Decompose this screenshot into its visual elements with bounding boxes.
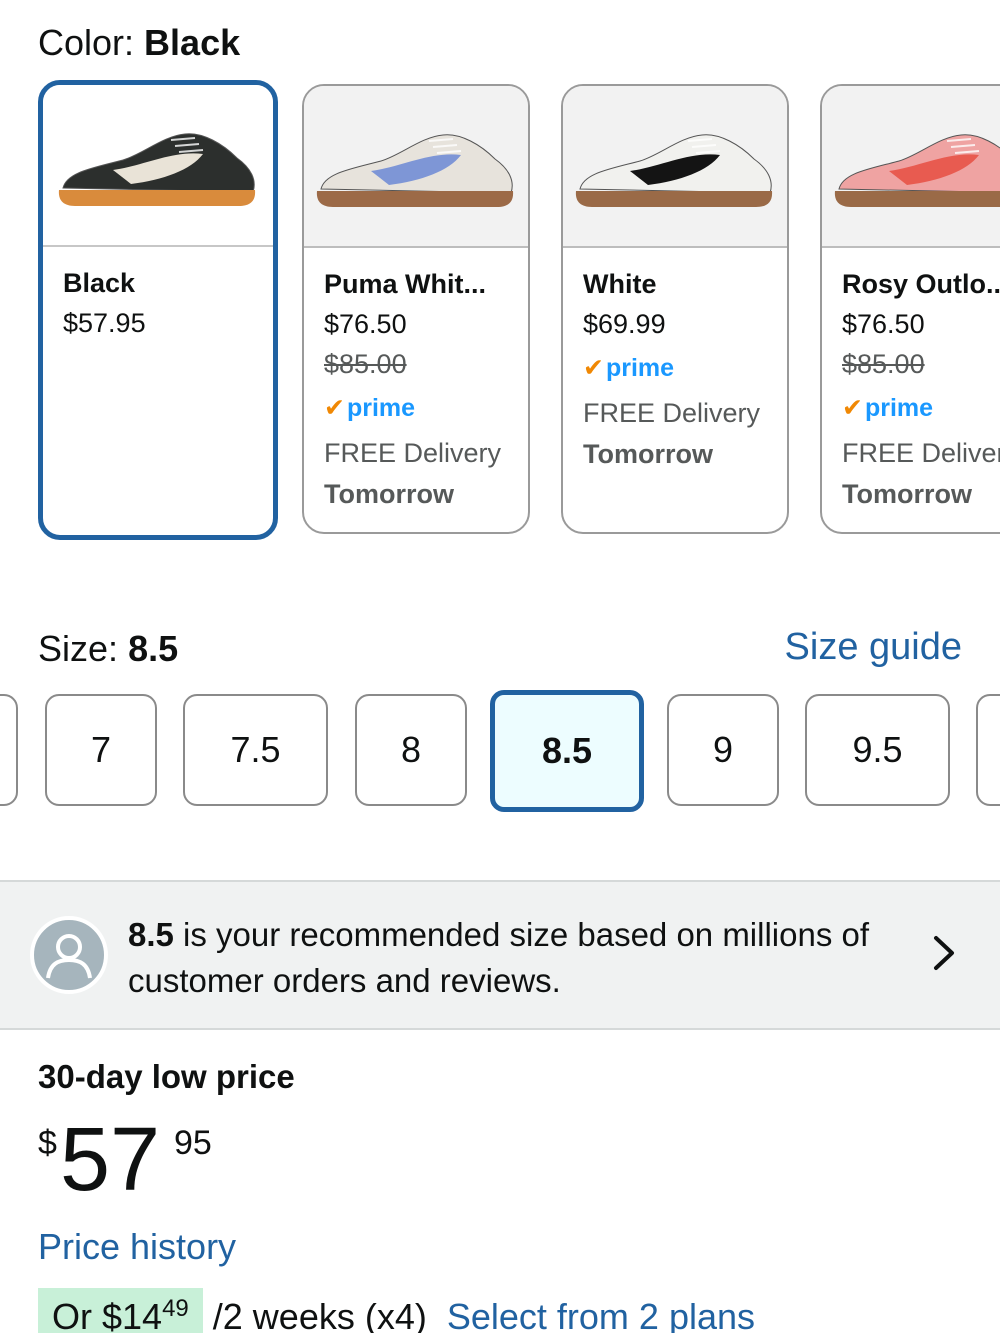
size-selector: 7 7.5 8 8.5 9 9.5 xyxy=(0,690,1000,817)
swatch-name: Black xyxy=(63,268,136,298)
size-label: Size: xyxy=(38,628,119,669)
swatch-name: White xyxy=(583,269,657,299)
color-swatch-card[interactable]: Puma Whit... $76.50 $85.00 ✔prime FREE Deliv… xyxy=(302,84,530,534)
shoe-icon xyxy=(834,134,1000,207)
swatch-delivery: FREE Delivery xyxy=(842,438,1000,468)
swatch-delivery-day: Tomorrow xyxy=(842,479,972,509)
swatch-name: Rosy Outlo... xyxy=(842,269,1000,299)
size-button-partial-right[interactable] xyxy=(976,694,1000,806)
installment-period: /2 weeks (x4) xyxy=(202,1296,427,1333)
size-header: Size: 8.5 xyxy=(38,628,178,670)
size-button[interactable]: 8 xyxy=(355,694,467,806)
installment-row: Or $1449 /2 weeks (x4) Select from 2 pla… xyxy=(38,1288,755,1333)
size-value: 8.5 xyxy=(128,628,179,669)
color-swatch-card[interactable]: Black $57.95 xyxy=(38,80,278,540)
select-plans-link[interactable]: Select from 2 plans xyxy=(447,1296,755,1333)
swatch-price: $57.95 xyxy=(63,308,146,338)
swatch-info: Black $57.95 xyxy=(43,247,273,359)
size-button[interactable]: 8.5 xyxy=(490,690,644,812)
shoe-image xyxy=(304,86,528,248)
prime-check-icon: ✔ xyxy=(842,394,863,422)
shoe-image xyxy=(43,85,273,247)
prime-badge: ✔prime xyxy=(842,384,1000,432)
color-label: Color: xyxy=(38,22,135,63)
swatch-info: Rosy Outlo... $76.50 $85.00 ✔prime FREE Deli… xyxy=(822,248,1000,530)
installment-amount: Or $14 xyxy=(52,1296,163,1333)
size-button[interactable]: 7 xyxy=(45,694,157,806)
color-swatch-list: Black $57.95 Puma Whit... $76.50 $85.00 ✔prim… xyxy=(38,80,1000,545)
swatch-price: $69.99 xyxy=(583,309,666,339)
price-whole: 57 xyxy=(60,1110,161,1210)
prime-label: prime xyxy=(346,394,416,422)
price-fraction: 95 xyxy=(174,1124,212,1162)
prime-badge: ✔prime xyxy=(583,344,767,392)
swatch-name: Puma Whit... xyxy=(324,269,486,299)
recommended-size: 8.5 xyxy=(128,916,174,953)
swatch-delivery-day: Tomorrow xyxy=(583,439,713,469)
chevron-right-icon[interactable] xyxy=(926,930,962,976)
prime-label: prime xyxy=(605,354,675,382)
size-button[interactable]: 9 xyxy=(667,694,779,806)
prime-label: prime xyxy=(864,394,934,422)
color-value: Black xyxy=(144,22,241,63)
size-button[interactable]: 9.5 xyxy=(805,694,950,806)
low-price-label: 30-day low price xyxy=(38,1058,295,1095)
product-options-page: Color: Black Black $57.95 Puma Whit... $76.… xyxy=(0,0,1000,1333)
price-currency: $ xyxy=(38,1124,57,1162)
color-header: Color: Black xyxy=(38,22,240,64)
prime-badge: ✔prime xyxy=(324,384,508,432)
swatch-delivery-day: Tomorrow xyxy=(324,479,454,509)
shoe-image xyxy=(822,86,1000,248)
recommendation-text: 8.5 is your recommended size based on mi… xyxy=(128,912,918,1004)
swatch-price: $76.50 xyxy=(842,309,925,339)
installment-price: Or $1449 xyxy=(38,1288,203,1333)
swatch-original-price: $85.00 xyxy=(324,349,407,379)
color-swatch-card[interactable]: Rosy Outlo... $76.50 $85.00 ✔prime FREE Deli… xyxy=(820,84,1000,534)
swatch-info: White $69.99 ✔prime FREE Delivery Tomorrow xyxy=(563,248,787,490)
size-guide-link[interactable]: Size guide xyxy=(785,626,962,669)
shoe-icon xyxy=(58,133,256,206)
shoe-icon xyxy=(575,134,773,207)
swatch-price: $76.50 xyxy=(324,309,407,339)
size-button-partial-left[interactable] xyxy=(0,694,18,806)
prime-check-icon: ✔ xyxy=(324,394,345,422)
swatch-info: Puma Whit... $76.50 $85.00 ✔prime FREE Deliv… xyxy=(304,248,528,530)
swatch-original-price: $85.00 xyxy=(842,349,925,379)
prime-check-icon: ✔ xyxy=(583,354,604,382)
color-swatch-card[interactable]: White $69.99 ✔prime FREE Delivery Tomorrow xyxy=(561,84,789,534)
size-button[interactable]: 7.5 xyxy=(183,694,328,806)
swatch-delivery: FREE Delivery xyxy=(324,438,502,468)
installment-cents: 49 xyxy=(162,1295,189,1322)
shoe-image xyxy=(563,86,787,248)
size-recommendation-banner[interactable]: 8.5 is your recommended size based on mi… xyxy=(0,880,1000,1030)
recommendation-message: is your recommended size based on millio… xyxy=(128,916,870,999)
avatar-icon xyxy=(30,916,108,994)
price-history-link[interactable]: Price history xyxy=(38,1226,236,1268)
shoe-icon xyxy=(316,134,514,207)
swatch-delivery: FREE Delivery xyxy=(583,398,761,428)
